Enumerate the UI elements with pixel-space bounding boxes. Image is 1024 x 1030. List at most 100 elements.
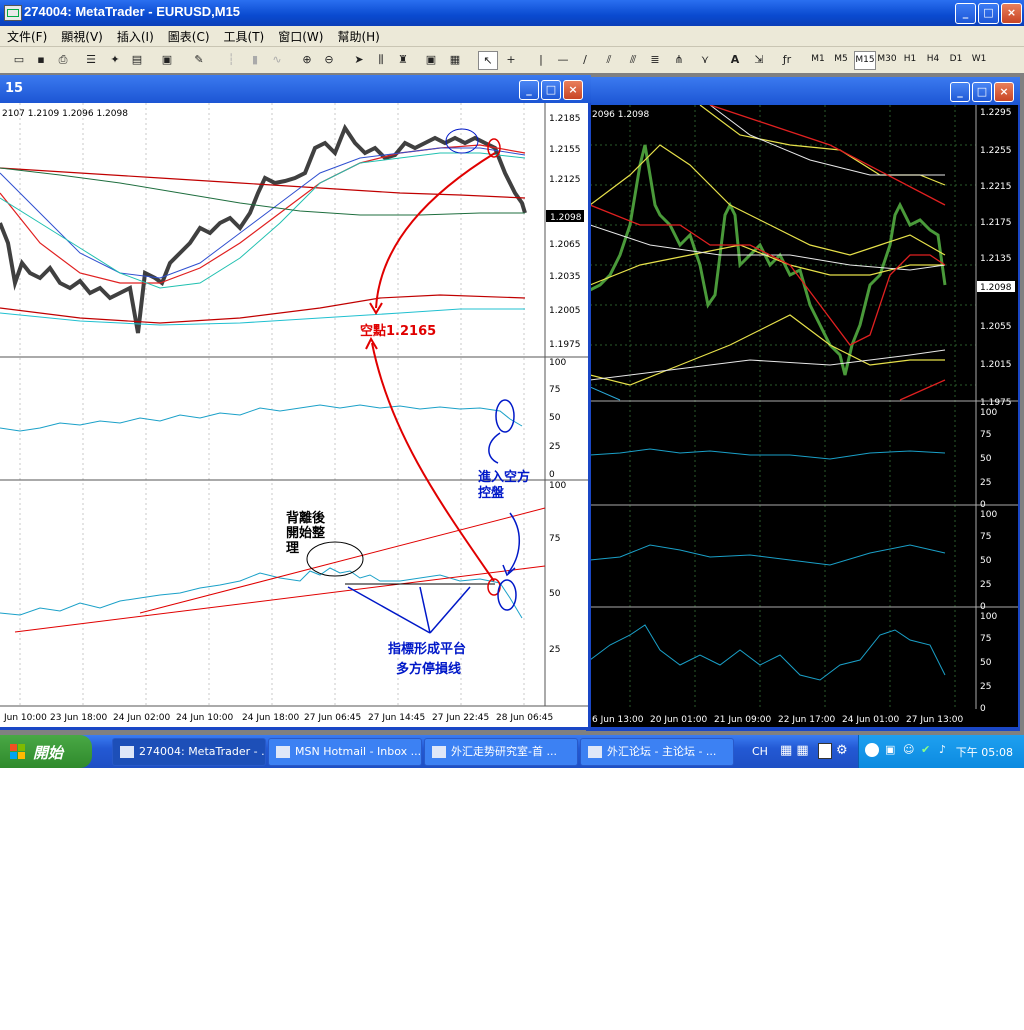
right-sub-tick: 75	[980, 532, 991, 542]
strategy-tester-icon[interactable]: ▣	[158, 51, 176, 68]
browser-task-icon	[432, 746, 446, 758]
right-chart-maximize[interactable]: □	[972, 82, 992, 102]
gann-fan-icon[interactable]: ⋎	[696, 51, 714, 68]
left-price-tick: 1.2035	[549, 272, 581, 282]
fibonacci-lines-icon[interactable]: ≣	[646, 51, 664, 68]
right-x-tick: 20 Jun 01:00	[650, 715, 707, 725]
ime-icon[interactable]: ▦ ▦	[780, 743, 809, 758]
right-sub-tick: 100	[980, 612, 997, 622]
navigator-icon[interactable]: ✦	[106, 51, 124, 68]
timeframe-h4[interactable]: H4	[923, 51, 943, 68]
tray-volume-icon[interactable]: ♪	[939, 743, 946, 756]
menu-charts[interactable]: 圖表(C)	[161, 26, 217, 47]
ime-toggle-icon[interactable]: ⚙	[836, 743, 848, 758]
equidistant-channel-icon[interactable]: ⫽	[600, 51, 618, 68]
print-icon[interactable]: ⎙	[54, 51, 72, 68]
arrow-tool-icon[interactable]: ⇲	[750, 51, 768, 68]
right-sub-tick: 100	[980, 408, 997, 418]
task-forex-forum[interactable]: 外汇论坛 - 主论坛 - ...	[580, 738, 734, 766]
bar-chart-icon[interactable]: ┆	[222, 51, 240, 68]
cursor-icon[interactable]: ↖	[478, 51, 498, 70]
zoom-out-icon[interactable]: ⊖	[320, 51, 338, 68]
text-tool-icon[interactable]: A	[726, 51, 744, 68]
right-sub-tick: 0	[980, 500, 986, 510]
fib-retracement-icon[interactable]: ƒr	[778, 51, 796, 68]
right-chart-canvas[interactable]: 2096 1.2098 1.2295 1.2255 1.2215 1.2175 1.21…	[590, 105, 1018, 727]
left-x-tick: Jun 10:00	[3, 713, 47, 723]
line-chart-icon[interactable]: ∿	[268, 51, 286, 68]
short-point-label: 空點1.2165	[360, 323, 436, 339]
horizontal-line-icon[interactable]: —	[554, 51, 572, 68]
right-chart-minimize[interactable]: _	[950, 82, 970, 102]
minimize-button[interactable]: _	[955, 3, 976, 24]
crosshair-icon[interactable]: +	[502, 51, 520, 68]
right-chart-close[interactable]: ×	[994, 82, 1014, 102]
left-x-tick: 27 Jun 06:45	[304, 713, 361, 723]
left-price-tick: 1.2125	[549, 175, 581, 185]
task-label: 274004: MetaTrader - ...	[139, 745, 266, 758]
timeframe-m5[interactable]: M5	[831, 51, 851, 68]
save-icon[interactable]: ▪	[32, 51, 50, 68]
divergence-label-2: 開始整	[286, 525, 326, 541]
left-x-tick: 24 Jun 10:00	[176, 713, 233, 723]
timeframe-w1[interactable]: W1	[969, 51, 989, 68]
menu-window[interactable]: 窗口(W)	[271, 26, 330, 47]
auto-scroll-icon[interactable]: ➤	[350, 51, 368, 68]
trendline-icon[interactable]: ∕	[576, 51, 594, 68]
parallel-lines-icon[interactable]: ⫻	[624, 51, 642, 68]
right-price-tick: 1.2255	[980, 146, 1012, 156]
timeframe-h1[interactable]: H1	[900, 51, 920, 68]
left-chart-titlebar: 15	[0, 75, 591, 103]
menu-view[interactable]: 顯視(V)	[54, 26, 110, 47]
templates-icon[interactable]: ▦	[446, 51, 464, 68]
tray-expand-icon[interactable]	[865, 743, 879, 757]
vertical-line-icon[interactable]: |	[532, 51, 550, 68]
chart-shift-icon[interactable]: ⫼	[372, 51, 390, 68]
tray-msn-icon[interactable]: ☺	[903, 743, 914, 756]
left-chart-close[interactable]: ×	[563, 80, 583, 100]
menu-help[interactable]: 幫助(H)	[330, 26, 386, 47]
right-ohlc-text: 2096 1.2098	[592, 110, 650, 120]
right-chart-window[interactable]: _ □ × 2096 1.2098 1.2295 1.2255 1.2215 1.21…	[586, 77, 1020, 731]
left-chart-maximize[interactable]: □	[541, 80, 561, 100]
zoom-in-icon[interactable]: ⊕	[298, 51, 316, 68]
experts-icon[interactable]: ✎	[190, 51, 208, 68]
tray-check-icon[interactable]: ✔	[921, 743, 930, 756]
left-rsi2-tick: 75	[549, 534, 560, 544]
market-watch-icon[interactable]: ☰	[82, 51, 100, 68]
indicators-icon[interactable]: ♜	[394, 51, 412, 68]
left-x-tick: 24 Jun 02:00	[113, 713, 170, 723]
left-chart-window[interactable]: 15 _ □ × 2107 1.2109 1.2096 1.2098 1.218…	[0, 75, 591, 730]
left-chart-canvas[interactable]: 2107 1.2109 1.2096 1.2098 1.2185 1.2155 1.…	[0, 103, 588, 727]
platform-label-2: 多方停損线	[396, 661, 461, 677]
ime-mode-icon[interactable]	[818, 743, 832, 759]
window-title: 274004: MetaTrader - EURUSD,M15	[24, 4, 241, 19]
candlestick-icon[interactable]: ▮	[246, 51, 264, 68]
left-price-tick: 1.2155	[549, 145, 581, 155]
new-chart-icon[interactable]: ▭	[10, 51, 28, 68]
maximize-button[interactable]: □	[978, 3, 999, 24]
start-button[interactable]: 開始	[0, 735, 92, 768]
fibonacci-fan-icon[interactable]: ⋔	[670, 51, 688, 68]
toolbar: ▭ ▪ ⎙ ☰ ✦ ▤ ▣ ✎ ┆ ▮ ∿ ⊕ ⊖ ➤ ⫼ ♜ ▣ ▦ ↖ + …	[0, 47, 1024, 74]
close-button[interactable]: ×	[1001, 3, 1022, 24]
task-forex-research[interactable]: 外汇走势研究室-首 ...	[424, 738, 578, 766]
periods-icon[interactable]: ▣	[422, 51, 440, 68]
menu-insert[interactable]: 插入(I)	[110, 26, 161, 47]
left-chart-minimize[interactable]: _	[519, 80, 539, 100]
task-metatrader[interactable]: 274004: MetaTrader - ...	[112, 738, 266, 766]
terminal-icon[interactable]: ▤	[128, 51, 146, 68]
language-indicator[interactable]: CH	[752, 745, 768, 758]
windows-flag-icon	[10, 744, 25, 759]
timeframe-m30[interactable]: M30	[877, 51, 897, 68]
timeframe-m15[interactable]: M15	[854, 51, 876, 70]
menu-file[interactable]: 文件(F)	[0, 26, 54, 47]
task-hotmail[interactable]: MSN Hotmail - Inbox ...	[268, 738, 422, 766]
right-x-tick: 21 Jun 09:00	[714, 715, 771, 725]
menu-tools[interactable]: 工具(T)	[217, 26, 272, 47]
window-titlebar: 274004: MetaTrader - EURUSD,M15 _ □ ×	[0, 0, 1024, 26]
right-price-tick: 1.2015	[980, 360, 1012, 370]
timeframe-m1[interactable]: M1	[808, 51, 828, 68]
tray-network-icon[interactable]: ▣	[885, 743, 895, 756]
timeframe-d1[interactable]: D1	[946, 51, 966, 68]
